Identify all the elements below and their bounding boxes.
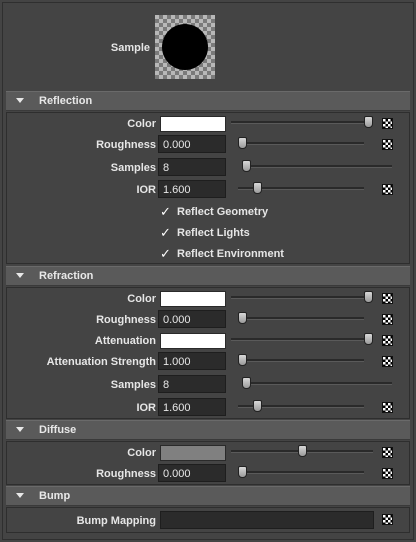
diffuse-roughness-field[interactable]: 0.000 — [158, 464, 226, 482]
refraction-attenuation-strength-map-icon[interactable] — [382, 356, 393, 367]
sample-label: Sample — [110, 42, 150, 54]
refraction-header[interactable]: Refraction — [6, 266, 410, 286]
refraction-attenuation-strength-field[interactable]: 1.000 — [158, 352, 226, 370]
reflect-environment-checkbox[interactable]: ✓ — [160, 247, 174, 260]
reflection-ior-field[interactable]: 1.600 — [158, 180, 226, 198]
reflection-samples-slider[interactable] — [242, 165, 392, 168]
refraction-samples-field[interactable]: 8 — [158, 375, 226, 393]
refraction-attenuation-swatch[interactable] — [160, 333, 226, 349]
reflection-ior-slider-thumb[interactable] — [253, 182, 263, 194]
refraction-samples-slider[interactable] — [242, 382, 392, 385]
bump-title: Bump — [39, 490, 71, 502]
refraction-color-label: Color — [127, 293, 156, 305]
reflect-lights-label: Reflect Lights — [177, 227, 250, 239]
reflection-samples-field[interactable]: 8 — [158, 158, 226, 176]
reflection-color-map-icon[interactable] — [382, 118, 393, 129]
bump-mapping-label: Bump Mapping — [76, 515, 156, 527]
diffuse-color-label: Color — [127, 447, 156, 459]
diffuse-roughness-label: Roughness — [96, 468, 156, 480]
refraction-color-map-icon[interactable] — [382, 293, 393, 304]
refraction-attenuation-slider-thumb[interactable] — [364, 333, 373, 345]
refraction-color-slider-thumb[interactable] — [364, 291, 373, 303]
diffuse-header[interactable]: Diffuse — [6, 420, 410, 440]
refraction-roughness-slider[interactable] — [238, 317, 364, 320]
reflection-color-slider-thumb[interactable] — [364, 116, 373, 128]
refraction-attenuation-strength-label: Attenuation Strength — [46, 356, 156, 368]
refraction-roughness-field[interactable]: 0.000 — [158, 310, 226, 328]
collapse-triangle-icon — [16, 493, 24, 498]
reflection-roughness-slider[interactable] — [238, 142, 364, 145]
reflection-samples-slider-thumb[interactable] — [242, 160, 251, 172]
diffuse-roughness-map-icon[interactable] — [382, 468, 393, 479]
refraction-samples-label: Samples — [110, 379, 156, 391]
refraction-samples-slider-thumb[interactable] — [242, 377, 251, 389]
reflection-color-swatch[interactable] — [160, 116, 226, 132]
refraction-title: Refraction — [39, 270, 94, 282]
collapse-triangle-icon — [16, 98, 24, 103]
refraction-ior-slider-thumb[interactable] — [253, 400, 263, 412]
reflection-roughness-label: Roughness — [96, 139, 156, 151]
refraction-roughness-label: Roughness — [96, 314, 156, 326]
sample-sphere — [162, 24, 208, 70]
diffuse-title: Diffuse — [39, 424, 77, 436]
refraction-ior-label: IOR — [136, 402, 156, 414]
reflection-roughness-map-icon[interactable] — [382, 139, 393, 150]
reflection-ior-map-icon[interactable] — [382, 184, 393, 195]
collapse-triangle-icon — [16, 427, 24, 432]
reflect-lights-checkbox[interactable]: ✓ — [160, 226, 174, 239]
refraction-ior-map-icon[interactable] — [382, 402, 393, 413]
reflect-geometry-checkbox[interactable]: ✓ — [160, 205, 174, 218]
sample-preview — [155, 15, 215, 79]
reflection-color-slider[interactable] — [231, 121, 373, 124]
refraction-attenuation-strength-slider-thumb[interactable] — [238, 354, 247, 366]
refraction-ior-field[interactable]: 1.600 — [158, 398, 226, 416]
reflection-color-label: Color — [127, 118, 156, 130]
refraction-attenuation-label: Attenuation — [94, 335, 156, 347]
reflect-geometry-label: Reflect Geometry — [177, 206, 269, 218]
refraction-color-slider[interactable] — [231, 296, 373, 299]
refraction-roughness-slider-thumb[interactable] — [238, 312, 247, 324]
bump-mapping-field[interactable] — [160, 511, 374, 529]
refraction-attenuation-strength-slider[interactable] — [238, 359, 364, 362]
diffuse-roughness-slider[interactable] — [238, 471, 364, 474]
reflection-samples-label: Samples — [110, 162, 156, 174]
reflection-title: Reflection — [39, 95, 93, 107]
refraction-attenuation-slider[interactable] — [231, 338, 373, 341]
diffuse-color-swatch[interactable] — [160, 445, 226, 461]
refraction-attenuation-map-icon[interactable] — [382, 335, 393, 346]
diffuse-color-slider-thumb[interactable] — [297, 445, 307, 457]
collapse-triangle-icon — [16, 273, 24, 278]
reflection-roughness-field[interactable]: 0.000 — [158, 135, 226, 153]
refraction-roughness-map-icon[interactable] — [382, 314, 393, 325]
reflect-environment-label: Reflect Environment — [177, 248, 284, 260]
reflection-header[interactable]: Reflection — [6, 91, 410, 111]
diffuse-roughness-slider-thumb[interactable] — [238, 466, 247, 478]
material-editor-panel: Sample Reflection Color Roughness 0.000 … — [0, 0, 416, 542]
reflection-ior-label: IOR — [136, 184, 156, 196]
bump-header[interactable]: Bump — [6, 486, 410, 506]
refraction-color-swatch[interactable] — [160, 291, 226, 307]
bump-mapping-map-icon[interactable] — [382, 514, 393, 525]
diffuse-color-map-icon[interactable] — [382, 447, 393, 458]
reflection-roughness-slider-thumb[interactable] — [238, 137, 247, 149]
